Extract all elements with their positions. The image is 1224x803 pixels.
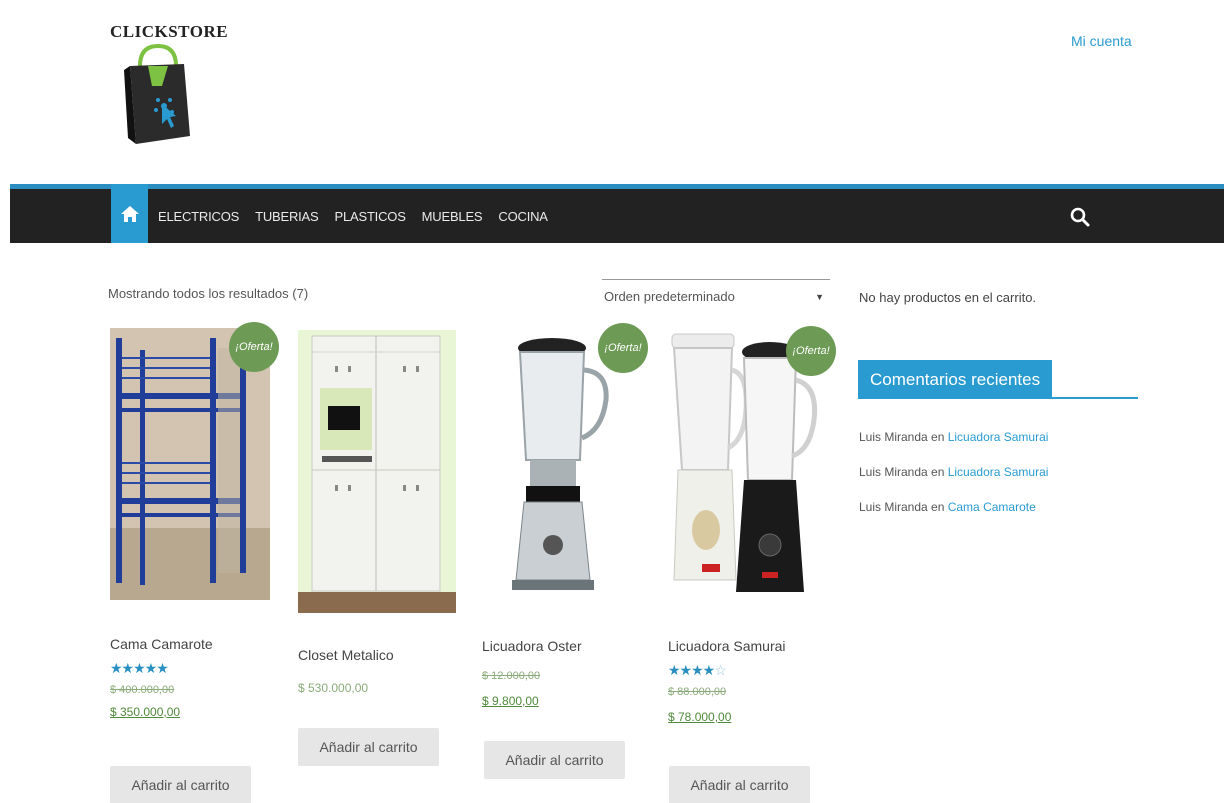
comment-connector: en bbox=[927, 430, 948, 444]
orderby-selected-value: Orden predeterminado bbox=[604, 289, 735, 304]
comment-post-link[interactable]: Licuadora Samurai bbox=[948, 465, 1049, 479]
site-logo-text[interactable]: CLICKSTORE bbox=[110, 22, 228, 42]
product-price: $ 78.000,00 bbox=[668, 710, 732, 724]
nav-item-electricos[interactable]: ELECTRICOS bbox=[158, 209, 239, 224]
product-old-price: $ 88.000,00 bbox=[668, 686, 727, 698]
recent-comment-item: Luis Miranda en Licuadora Samurai bbox=[859, 465, 1048, 479]
comment-connector: en bbox=[927, 465, 948, 479]
comment-author: Luis Miranda bbox=[859, 465, 928, 479]
product-price: $ 530.000,00 bbox=[298, 681, 369, 695]
product-old-price: $ 12.000,00 bbox=[482, 670, 541, 682]
orderby-select[interactable]: Orden predeterminado ▼ bbox=[602, 279, 830, 309]
recent-comments-title: Comentarios recientes bbox=[858, 360, 1053, 399]
product-title[interactable]: Closet Metalico bbox=[298, 647, 394, 663]
product-rating-stars: ★★★★★ bbox=[110, 660, 169, 676]
product-image[interactable] bbox=[298, 330, 456, 613]
main-navigation: ELECTRICOS TUBERIAS PLASTICOS MUEBLES CO… bbox=[10, 184, 1224, 243]
sale-badge: ¡Oferta! bbox=[229, 322, 279, 372]
home-icon bbox=[120, 205, 139, 222]
add-to-cart-button[interactable]: Añadir al carrito bbox=[669, 766, 810, 803]
comment-post-link[interactable]: Licuadora Samurai bbox=[948, 430, 1049, 444]
sale-badge: ¡Oferta! bbox=[598, 323, 648, 373]
my-account-link[interactable]: Mi cuenta bbox=[1071, 33, 1132, 49]
nav-item-cocina[interactable]: COCINA bbox=[498, 209, 548, 224]
nav-item-muebles[interactable]: MUEBLES bbox=[422, 209, 483, 224]
product-rating-stars: ★★★★☆ bbox=[668, 662, 727, 678]
nav-item-plasticos[interactable]: PLASTICOS bbox=[335, 209, 406, 224]
site-header: CLICKSTORE Mi cuenta bbox=[0, 0, 1224, 185]
cart-widget-empty-message: No hay productos en el carrito. bbox=[859, 290, 1037, 305]
sale-badge: ¡Oferta! bbox=[786, 326, 836, 376]
add-to-cart-button[interactable]: Añadir al carrito bbox=[298, 728, 439, 766]
product-old-price: $ 400.000,00 bbox=[110, 684, 175, 696]
product-title[interactable]: Licuadora Samurai bbox=[668, 638, 786, 654]
recent-comment-item: Luis Miranda en Cama Camarote bbox=[859, 500, 1036, 514]
recent-comment-item: Luis Miranda en Licuadora Samurai bbox=[859, 430, 1048, 444]
home-nav-button[interactable] bbox=[111, 184, 148, 243]
add-to-cart-button[interactable]: Añadir al carrito bbox=[110, 766, 251, 803]
results-count: Mostrando todos los resultados (7) bbox=[108, 286, 309, 301]
chevron-down-icon: ▼ bbox=[815, 291, 824, 302]
product-title[interactable]: Licuadora Oster bbox=[482, 638, 582, 654]
comment-author: Luis Miranda bbox=[859, 430, 928, 444]
search-icon[interactable] bbox=[1068, 205, 1092, 229]
product-price: $ 350.000,00 bbox=[110, 705, 181, 719]
recent-comments-widget: Comentarios recientes bbox=[858, 360, 1138, 399]
add-to-cart-button[interactable]: Añadir al carrito bbox=[484, 741, 625, 779]
nav-item-tuberias[interactable]: TUBERIAS bbox=[255, 209, 319, 224]
comment-author: Luis Miranda bbox=[859, 500, 928, 514]
comment-connector: en bbox=[927, 500, 948, 514]
comment-post-link[interactable]: Cama Camarote bbox=[948, 500, 1036, 514]
product-title[interactable]: Cama Camarote bbox=[110, 636, 213, 652]
product-price: $ 9.800,00 bbox=[482, 694, 539, 708]
shopping-bag-logo-icon[interactable] bbox=[118, 44, 198, 154]
